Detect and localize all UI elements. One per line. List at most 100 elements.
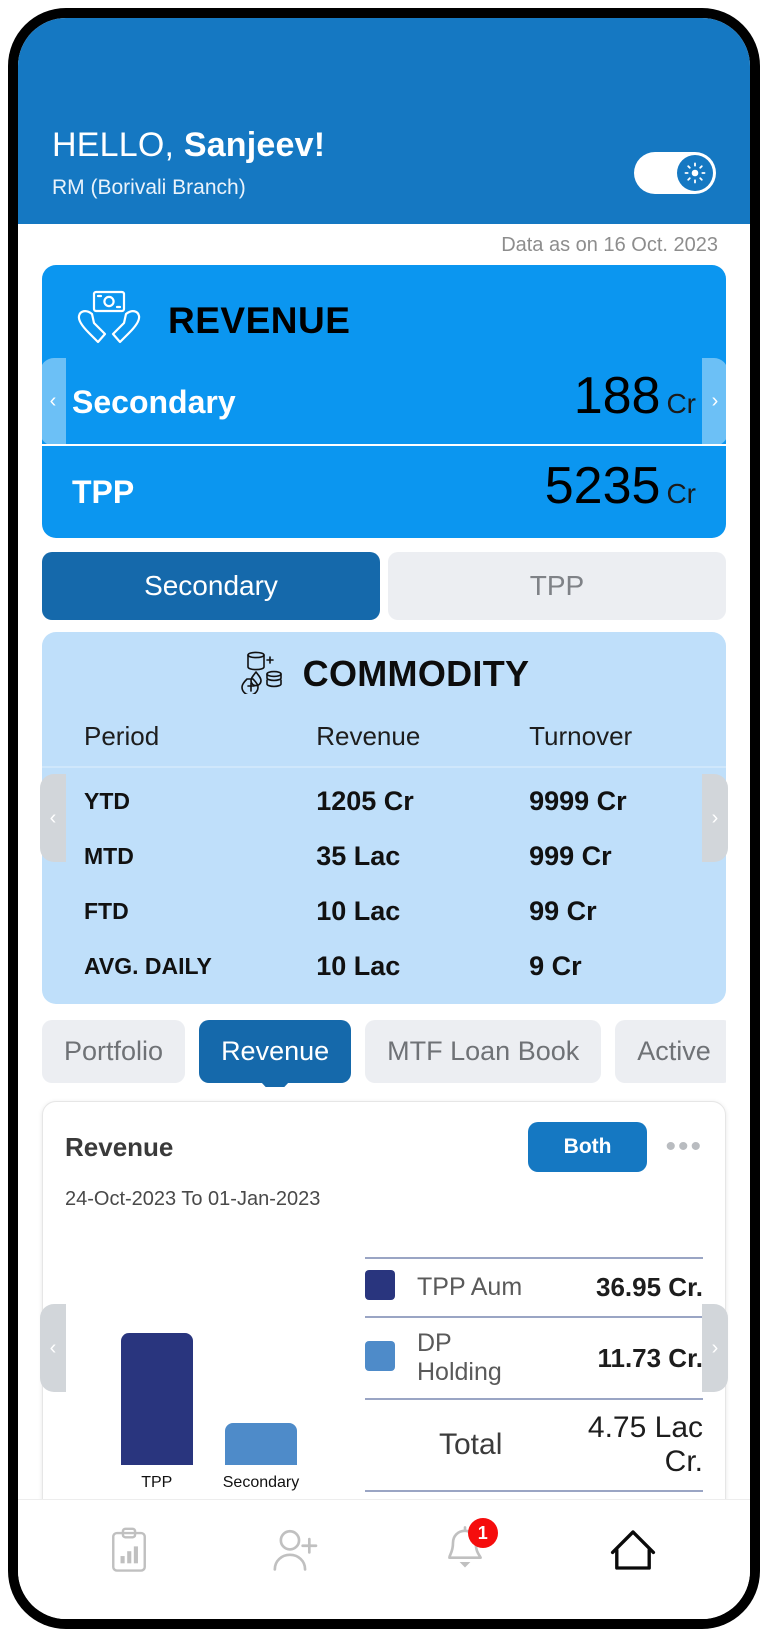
chart-date-range: 24-Oct-2023 To 01-Jan-2023 xyxy=(65,1188,321,1210)
data-asof-label: Data as on 16 Oct. 2023 xyxy=(501,234,718,256)
cell-revenue: 35 Lac xyxy=(316,841,401,871)
commodity-card: COMMODITY Period Revenue Turnover YTD 12 xyxy=(42,632,726,1004)
table-row: YTD 1205 Cr 9999 Cr xyxy=(42,767,726,829)
bar-group-secondary: Secondary xyxy=(222,1423,300,1492)
chart-header-actions: Both ••• xyxy=(527,1122,703,1172)
revenue-prev-arrow[interactable]: ‹ xyxy=(40,357,66,446)
legend-table: TPP Aum 36.95 Cr. DP Holding 11.73 Cr. T… xyxy=(365,1257,703,1492)
chart-filter-button[interactable]: Both xyxy=(527,1122,648,1172)
revenue-row-unit: Cr xyxy=(666,388,696,419)
greeting-block: HELLO, Sanjeev! RM (Borivali Branch) xyxy=(52,126,325,200)
app-header: HELLO, Sanjeev! RM (Borivali Branch) xyxy=(18,18,750,224)
tab-revenue[interactable]: Revenue xyxy=(199,1020,352,1083)
bar-tpp[interactable] xyxy=(120,1333,193,1465)
oil-barrel-coins-icon xyxy=(239,648,287,699)
segment-option-secondary[interactable]: Secondary xyxy=(42,552,380,620)
sun-icon xyxy=(677,155,713,191)
commodity-card-title: COMMODITY xyxy=(302,652,530,694)
nav-item-home[interactable] xyxy=(607,1526,659,1579)
tab-mtf-loan-book[interactable]: MTF Loan Book xyxy=(365,1020,602,1083)
legend-label-total: Total xyxy=(405,1398,543,1492)
revenue-chart-carousel: ‹ › Revenue Both ••• 24-Oct-2023 To 01-J… xyxy=(40,1101,728,1499)
home-icon xyxy=(607,1526,659,1579)
revenue-row-amount: 188 Cr xyxy=(574,370,696,422)
legend-swatch-cell xyxy=(365,1257,405,1317)
segment-option-tpp[interactable]: TPP xyxy=(388,552,726,620)
revenue-carousel: ‹ › REVENUE Secondary 188 Cr TPP 5235 Cr xyxy=(40,265,728,538)
user-name: Sanjeev! xyxy=(183,126,326,164)
commodity-card-header: COMMODITY xyxy=(42,632,726,713)
chart-title: Revenue xyxy=(65,1131,174,1162)
money-in-hands-icon xyxy=(72,287,146,354)
column-header-period: Period xyxy=(42,713,289,768)
legend-value-total: 4.75 Lac Cr. xyxy=(542,1398,703,1492)
legend-total-spacer xyxy=(365,1398,405,1492)
main-content: Data as on 16 Oct. 2023 ‹ › REVENUE Seco… xyxy=(18,224,750,1499)
cell-revenue: 10 Lac xyxy=(316,951,401,981)
cell-revenue: 1205 Cr xyxy=(316,786,414,816)
commodity-next-arrow[interactable]: › xyxy=(702,774,728,862)
revenue-row-value: 188 xyxy=(573,367,661,425)
cell-turnover: 9 Cr xyxy=(529,951,582,981)
revenue-next-arrow[interactable]: › xyxy=(702,357,728,446)
bottom-navigation: 1 xyxy=(18,1499,750,1619)
table-row: MTD 35 Lac 999 Cr xyxy=(42,829,726,884)
revenue-row-value: 5235 xyxy=(544,457,661,515)
revenue-row-unit: Cr xyxy=(666,478,696,509)
tab-portfolio[interactable]: Portfolio xyxy=(42,1020,186,1083)
ellipsis-icon[interactable]: ••• xyxy=(665,1132,703,1162)
section-tabs: Portfolio Revenue MTF Loan Book Active xyxy=(42,1020,726,1087)
chart-next-arrow[interactable]: › xyxy=(702,1304,728,1392)
chart-legend: TPP Aum 36.95 Cr. DP Holding 11.73 Cr. T… xyxy=(365,1257,703,1492)
nav-item-notifications[interactable]: 1 xyxy=(444,1518,498,1579)
revenue-row-amount: 5235 Cr xyxy=(545,460,696,512)
notification-badge: 1 xyxy=(467,1518,498,1548)
legend-row-total: Total 4.75 Lac Cr. xyxy=(365,1398,703,1492)
revenue-row-label: Secondary xyxy=(72,384,236,420)
theme-toggle[interactable] xyxy=(634,152,716,194)
revenue-chart-card: Revenue Both ••• 24-Oct-2023 To 01-Jan-2… xyxy=(42,1101,726,1499)
tab-active[interactable]: Active xyxy=(615,1020,726,1083)
commodity-prev-arrow[interactable]: ‹ xyxy=(40,774,66,862)
greeting-prefix: HELLO, xyxy=(52,126,175,164)
revenue-row-tpp: TPP 5235 Cr xyxy=(42,444,726,538)
user-role: RM (Borivali Branch) xyxy=(52,176,246,199)
legend-row-dp-holding: DP Holding 11.73 Cr. xyxy=(365,1316,703,1399)
bar-label-tpp: TPP xyxy=(141,1474,173,1491)
column-header-turnover: Turnover xyxy=(507,713,726,768)
chart-body: TPP Secondary TPP Aum 36.95 Cr. DP Holdi… xyxy=(65,1257,703,1499)
report-clipboard-icon xyxy=(109,1527,149,1578)
cell-turnover: 9999 Cr xyxy=(529,786,627,816)
legend-value-tpp-aum: 36.95 Cr. xyxy=(542,1257,703,1317)
chart-prev-arrow[interactable]: ‹ xyxy=(40,1304,66,1392)
legend-row-tpp-aum: TPP Aum 36.95 Cr. xyxy=(365,1257,703,1317)
legend-label-tpp-aum: TPP Aum xyxy=(405,1257,543,1317)
bar-secondary[interactable] xyxy=(225,1423,297,1465)
cell-revenue: 10 Lac xyxy=(316,896,401,926)
bar-label-secondary: Secondary xyxy=(222,1474,300,1491)
commodity-carousel: ‹ › COMMODITY Period Revenue Turnover YT… xyxy=(40,632,728,1004)
segment-toggle: Secondary TPP xyxy=(42,552,726,620)
cell-turnover: 999 Cr xyxy=(529,841,612,871)
add-user-icon xyxy=(270,1527,322,1578)
revenue-row-label: TPP xyxy=(72,474,135,510)
cell-period: FTD xyxy=(84,898,129,924)
commodity-table: Period Revenue Turnover YTD 1205 Cr 9999… xyxy=(42,713,726,1004)
revenue-card-header: REVENUE xyxy=(42,265,726,362)
cell-turnover: 99 Cr xyxy=(529,896,597,926)
revenue-card-title: REVENUE xyxy=(168,299,351,341)
legend-label-dp-holding: DP Holding xyxy=(405,1316,543,1399)
cell-period: MTD xyxy=(84,843,134,869)
bar-chart-plot: TPP Secondary xyxy=(65,1322,355,1492)
nav-item-reports[interactable] xyxy=(109,1527,149,1578)
cell-period: YTD xyxy=(84,788,130,814)
greeting-line: HELLO, Sanjeev! xyxy=(52,126,325,165)
legend-value-dp-holding: 11.73 Cr. xyxy=(542,1316,703,1399)
revenue-card: REVENUE Secondary 188 Cr TPP 5235 Cr xyxy=(42,265,726,538)
app-screen: HELLO, Sanjeev! RM (Borivali Branch) Dat… xyxy=(18,18,750,1619)
bar-group-tpp: TPP xyxy=(120,1333,193,1492)
legend-swatch-tpp-aum xyxy=(365,1270,395,1300)
nav-item-add-client[interactable] xyxy=(270,1527,322,1578)
cell-period: AVG. DAILY xyxy=(84,953,212,979)
commodity-table-header-row: Period Revenue Turnover xyxy=(42,713,726,768)
